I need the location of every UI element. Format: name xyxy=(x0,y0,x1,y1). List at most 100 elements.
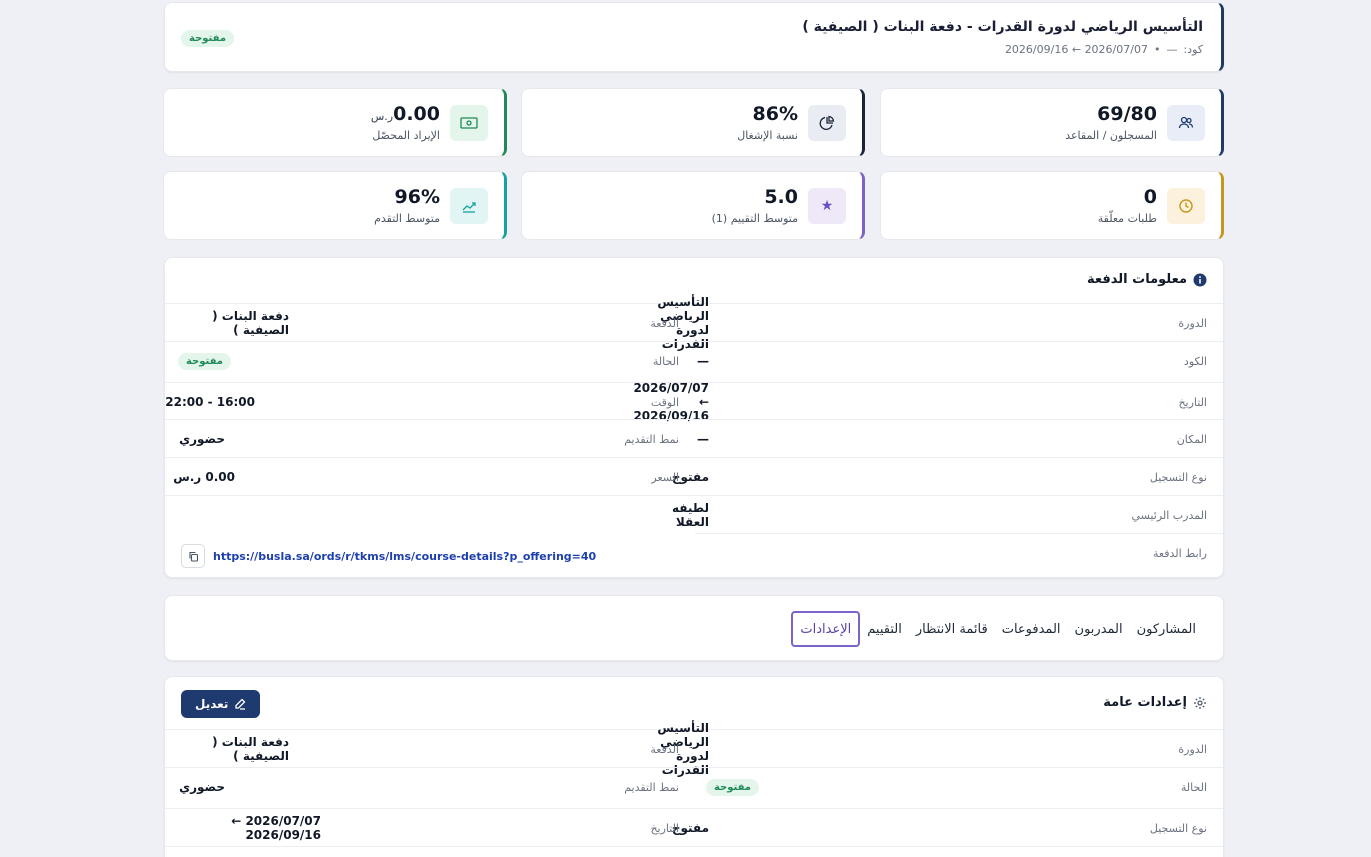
info-row-regtype: نوع التسجيل مفتوح xyxy=(672,458,1223,496)
tab-trainers[interactable]: المدربون xyxy=(1068,611,1130,647)
field-label: نمط التقديم xyxy=(624,432,679,446)
field-label: نوع التسجيل xyxy=(1149,821,1207,835)
edit-icon xyxy=(235,698,246,710)
tab-waitlist[interactable]: قائمة الانتظار xyxy=(909,611,995,647)
info-row-status: الحالة مفتوحة xyxy=(165,342,695,380)
stat-value: 0 xyxy=(1143,186,1157,208)
field-label: المكان xyxy=(1176,432,1207,446)
info-icon xyxy=(1193,273,1207,286)
divider xyxy=(165,495,1223,496)
star-icon: ★ xyxy=(808,188,846,224)
tab-evaluation[interactable]: التقييم xyxy=(860,611,909,647)
settings-row-date: التاريخ 2026/07/07 ← 2026/09/16 xyxy=(165,809,695,847)
field-label: رابط الدفعة xyxy=(1152,546,1207,560)
stat-label: المسجلون / المقاعد xyxy=(1065,129,1157,142)
status-badge: مفتوحة xyxy=(177,352,231,370)
stat-value: 5.0 xyxy=(764,186,798,208)
tabs-card: المشاركون المدربون المدفوعات قائمة الانت… xyxy=(164,595,1224,661)
section-title: إعدادات عامة xyxy=(1103,695,1187,710)
edit-button[interactable]: تعديل xyxy=(181,690,261,718)
field-label: الدفعة xyxy=(650,316,679,330)
info-row-batch: الدفعة دفعة البنات ( الصيفية ) xyxy=(165,304,695,342)
field-label: السعر xyxy=(651,470,679,484)
date-range: 2026/07/07 ← 2026/09/16 xyxy=(1004,43,1148,56)
field-value: — xyxy=(697,354,709,368)
field-label: التاريخ xyxy=(1178,395,1207,409)
info-row-date: التاريخ 2026/07/07 ← 2026/09/16 xyxy=(633,381,1223,423)
info-row-time: الوقت 16:00 - 22:00 xyxy=(165,383,695,421)
divider xyxy=(165,382,1223,383)
stat-value: 96% xyxy=(394,186,440,208)
info-row-price: السعر 0.00 ر.س xyxy=(165,458,695,496)
divider xyxy=(165,419,1223,420)
stat-progress: 96% متوسط التقدم xyxy=(163,171,507,240)
offering-header: التأسيس الرياضي لدورة القدرات - دفعة الب… xyxy=(164,2,1224,72)
stat-occupancy: 86% نسبة الإشغال xyxy=(521,88,865,157)
gear-icon xyxy=(1194,696,1206,709)
status-badge: مفتوحة xyxy=(705,778,759,796)
separator-dot: • xyxy=(1153,43,1161,56)
info-row-trainer: المدرب الرئيسي لطيفه العقلا xyxy=(672,496,1223,534)
field-value: 2026/07/07 ← 2026/09/16 xyxy=(231,814,321,842)
tab-participants[interactable]: المشاركون xyxy=(1130,611,1203,647)
field-label: الكود xyxy=(1183,354,1207,368)
tab-payments[interactable]: المدفوعات xyxy=(995,611,1068,647)
settings-row-regtype: نوع التسجيل مفتوح xyxy=(672,809,1223,847)
settings-row-batch: الدفعة دفعة البنات ( الصيفية ) xyxy=(165,730,695,768)
field-label: نوع التسجيل xyxy=(1149,470,1207,484)
field-value: لطيفه العقلا xyxy=(671,501,709,529)
info-row-place: المكان — xyxy=(693,420,1223,458)
divider xyxy=(695,533,1223,534)
field-label: المدرب الرئيسي xyxy=(1131,508,1207,522)
settings-row-mode: نمط التقديم حضوري xyxy=(165,768,695,806)
currency-unit: ر.س xyxy=(370,110,394,123)
section-header: معلومات الدفعة xyxy=(1087,272,1207,287)
field-label: الحالة xyxy=(1180,780,1207,794)
stat-label: الإيراد المحصّل xyxy=(372,129,440,142)
revenue-amount: 0.00 xyxy=(393,103,440,125)
field-label: الدورة xyxy=(1178,316,1207,330)
info-row-mode: نمط التقديم حضوري xyxy=(165,420,695,458)
trend-icon xyxy=(450,188,488,224)
page-title: التأسيس الرياضي لدورة القدرات - دفعة الب… xyxy=(802,19,1203,35)
users-icon xyxy=(1167,105,1205,141)
stat-label: متوسط التقدم xyxy=(374,212,440,225)
field-value: — xyxy=(697,432,709,446)
field-label: الوقت xyxy=(650,395,679,409)
section-title: معلومات الدفعة xyxy=(1087,272,1187,287)
settings-row-status: الحالة مفتوحة xyxy=(693,768,1223,806)
clock-icon xyxy=(1167,188,1205,224)
copy-icon[interactable] xyxy=(181,544,205,568)
field-label: الدورة xyxy=(1178,742,1207,756)
stat-rating: ★ 5.0 متوسط التقييم (1) xyxy=(521,171,865,240)
stat-revenue: 0.00ر.س الإيراد المحصّل xyxy=(163,88,507,157)
tab-list: المشاركون المدربون المدفوعات قائمة الانت… xyxy=(791,611,1203,647)
header-meta: كود: — • 2026/07/07 ← 2026/09/16 xyxy=(1005,43,1203,56)
field-value: 0.00 ر.س xyxy=(173,470,235,484)
status-badge: مفتوحة xyxy=(181,30,235,47)
divider xyxy=(165,341,1223,342)
tab-settings[interactable]: الإعدادات xyxy=(791,611,861,647)
divider xyxy=(165,846,1223,847)
code-value: — xyxy=(1166,43,1178,56)
stat-label: طلبات معلّقة xyxy=(1097,212,1157,225)
offering-link-row: https://busla.sa/ords/r/tkms/lms/course-… xyxy=(181,544,596,568)
code-label: كود: xyxy=(1183,43,1203,56)
field-label: نمط التقديم xyxy=(624,780,679,794)
info-row-code: الكود — xyxy=(693,342,1223,380)
settings-row-course: الدورة التأسيس الرياضي لدورة القدرات xyxy=(657,721,1223,777)
stat-pending: 0 طلبات معلّقة xyxy=(880,171,1224,240)
stat-value: 69/80 xyxy=(1097,103,1157,125)
offering-info-card: معلومات الدفعة الدورة التأسيس الرياضي لد… xyxy=(164,257,1224,578)
field-value: 16:00 - 22:00 xyxy=(165,395,255,409)
field-label: الدفعة xyxy=(650,742,679,756)
section-header: إعدادات عامة xyxy=(1103,695,1207,710)
info-row-course: الدورة التأسيس الرياضي لدورة القدرات xyxy=(657,295,1223,351)
field-value: حضوري xyxy=(179,432,225,446)
general-settings-card: إعدادات عامة تعديل الدورة التأسيس الرياض… xyxy=(164,676,1224,857)
pie-chart-icon xyxy=(808,105,846,141)
money-icon xyxy=(450,105,488,141)
field-label: التاريخ xyxy=(650,821,679,835)
field-value: حضوري xyxy=(179,780,225,794)
offering-link[interactable]: https://busla.sa/ords/r/tkms/lms/course-… xyxy=(213,550,596,563)
